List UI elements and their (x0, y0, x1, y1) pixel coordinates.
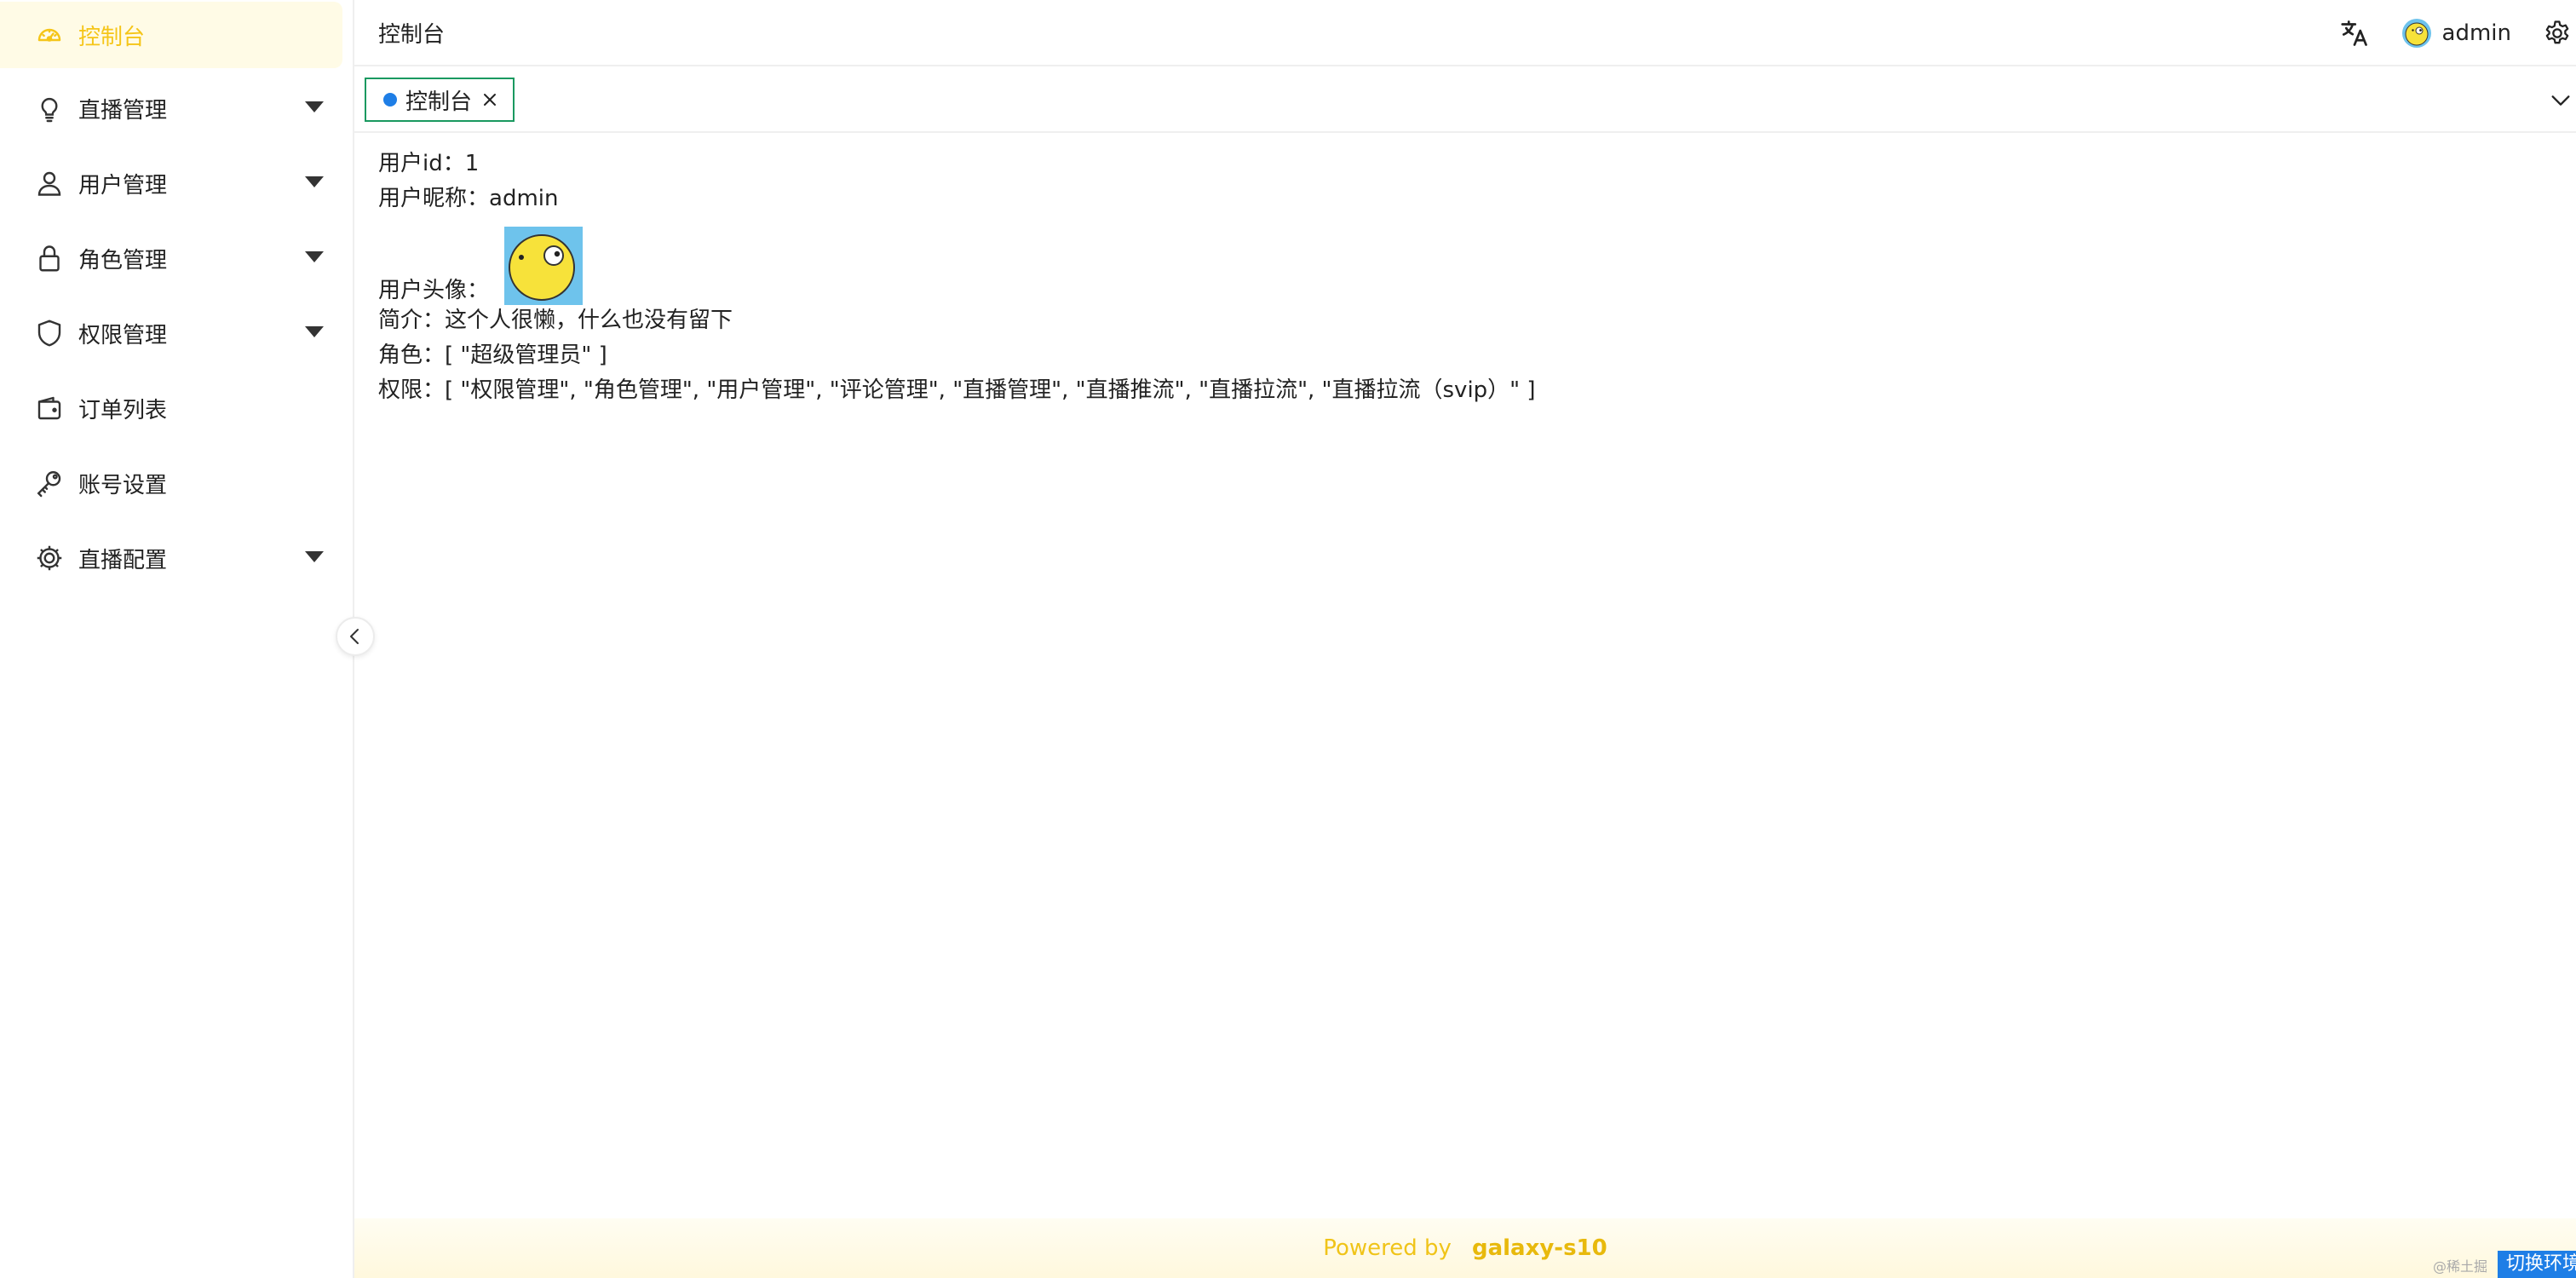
sidebar-item-label: 权限管理 (78, 322, 168, 348)
translate-icon[interactable] (2338, 17, 2371, 49)
sidebar-item-live-config[interactable]: 直播配置 (0, 525, 342, 591)
close-icon[interactable] (480, 90, 499, 109)
profile-content: 用户id：1 用户昵称：admin 用户头像： 简介：这个人很懒，什么也没有留下… (378, 147, 2508, 408)
sidebar-item-role-manage[interactable]: 角色管理 (0, 225, 342, 291)
role-value: [ "超级管理员" ] (445, 343, 607, 368)
gear-icon (32, 541, 66, 575)
caret-down-icon (305, 326, 324, 337)
tab-label: 控制台 (405, 89, 473, 115)
app-root: 控制台 直播管理 用户管理 角色管理 权限管理 订单列表 账号设置 直播配置 控… (0, 0, 2576, 1278)
avatar-row: 用户头像： (378, 216, 2508, 305)
sidebar-item-label: 直播管理 (78, 97, 168, 124)
watermark-text: @稀土掘 (2433, 1258, 2488, 1275)
caret-down-icon (305, 551, 324, 562)
nickname-label: 用户昵称： (378, 186, 490, 211)
nickname-value: admin (489, 186, 559, 211)
user-name[interactable]: admin (2442, 20, 2511, 46)
powered-by-text: Powered by (1323, 1235, 1452, 1261)
nickname-row: 用户昵称：admin (378, 181, 2508, 216)
bulb-icon (32, 91, 66, 125)
footer: Powered by galaxy-s10 (354, 1218, 2576, 1278)
sidebar-item-order-list[interactable]: 订单列表 (0, 375, 342, 441)
role-label: 角色： (378, 343, 446, 368)
key-icon (32, 466, 66, 500)
sidebar-item-live-manage[interactable]: 直播管理 (0, 75, 342, 141)
shield-icon (32, 316, 66, 350)
caret-down-icon (305, 101, 324, 112)
header-actions: admin (2338, 0, 2576, 66)
user-id-value: 1 (464, 151, 480, 176)
sidebar-item-label: 角色管理 (78, 247, 168, 273)
chevron-left-icon (350, 629, 359, 644)
tab-dashboard[interactable]: 控制台 (365, 78, 515, 122)
permission-label: 权限： (378, 377, 446, 403)
user-id-label: 用户id： (378, 151, 465, 176)
collapse-sidebar-button[interactable] (336, 617, 375, 656)
user-id-row: 用户id：1 (378, 147, 2508, 181)
wallet-icon (32, 391, 66, 425)
active-dot-icon (383, 93, 397, 106)
sidebar-item-label: 控制台 (78, 24, 146, 50)
permission-value: [ "权限管理", "角色管理", "用户管理", "评论管理", "直播管理"… (445, 377, 1536, 403)
sidebar-item-label: 订单列表 (78, 397, 168, 423)
caret-down-icon (305, 251, 324, 262)
sidebar-item-account-settings[interactable]: 账号设置 (0, 450, 342, 516)
sidebar-item-dashboard[interactable]: 控制台 (0, 2, 342, 68)
sidebar-item-label: 用户管理 (78, 172, 168, 199)
sidebar-item-permission-manage[interactable]: 权限管理 (0, 300, 342, 366)
bio-row: 简介：这个人很懒，什么也没有留下 (378, 303, 2508, 338)
settings-gear-icon[interactable] (2542, 18, 2573, 49)
bio-label: 简介： (378, 308, 446, 333)
bio-value: 这个人很懒，什么也没有留下 (445, 308, 733, 333)
sidebar-item-label: 直播配置 (78, 547, 168, 573)
role-row: 角色：[ "超级管理员" ] (378, 338, 2508, 373)
brand-link[interactable]: galaxy-s10 (1472, 1235, 1607, 1261)
sidebar-item-user-manage[interactable]: 用户管理 (0, 150, 342, 216)
caret-down-icon (305, 176, 324, 187)
sidebar-item-label: 账号设置 (78, 472, 168, 498)
top-header: 控制台 admin (354, 0, 2576, 66)
avatar[interactable] (2401, 18, 2432, 49)
permission-row: 权限：[ "权限管理", "角色管理", "用户管理", "评论管理", "直播… (378, 373, 2508, 408)
sidebar: 控制台 直播管理 用户管理 角色管理 权限管理 订单列表 账号设置 直播配置 (0, 0, 354, 1278)
switch-env-button[interactable]: 切换环境 (2498, 1251, 2576, 1278)
lock-icon (32, 241, 66, 275)
tabs-bar: 控制台 (354, 68, 2576, 133)
user-avatar-image (504, 227, 584, 305)
dashboard-icon (32, 18, 66, 52)
user-icon (32, 166, 66, 200)
chevron-down-icon[interactable] (2547, 87, 2574, 114)
page-title: 控制台 (378, 21, 446, 48)
